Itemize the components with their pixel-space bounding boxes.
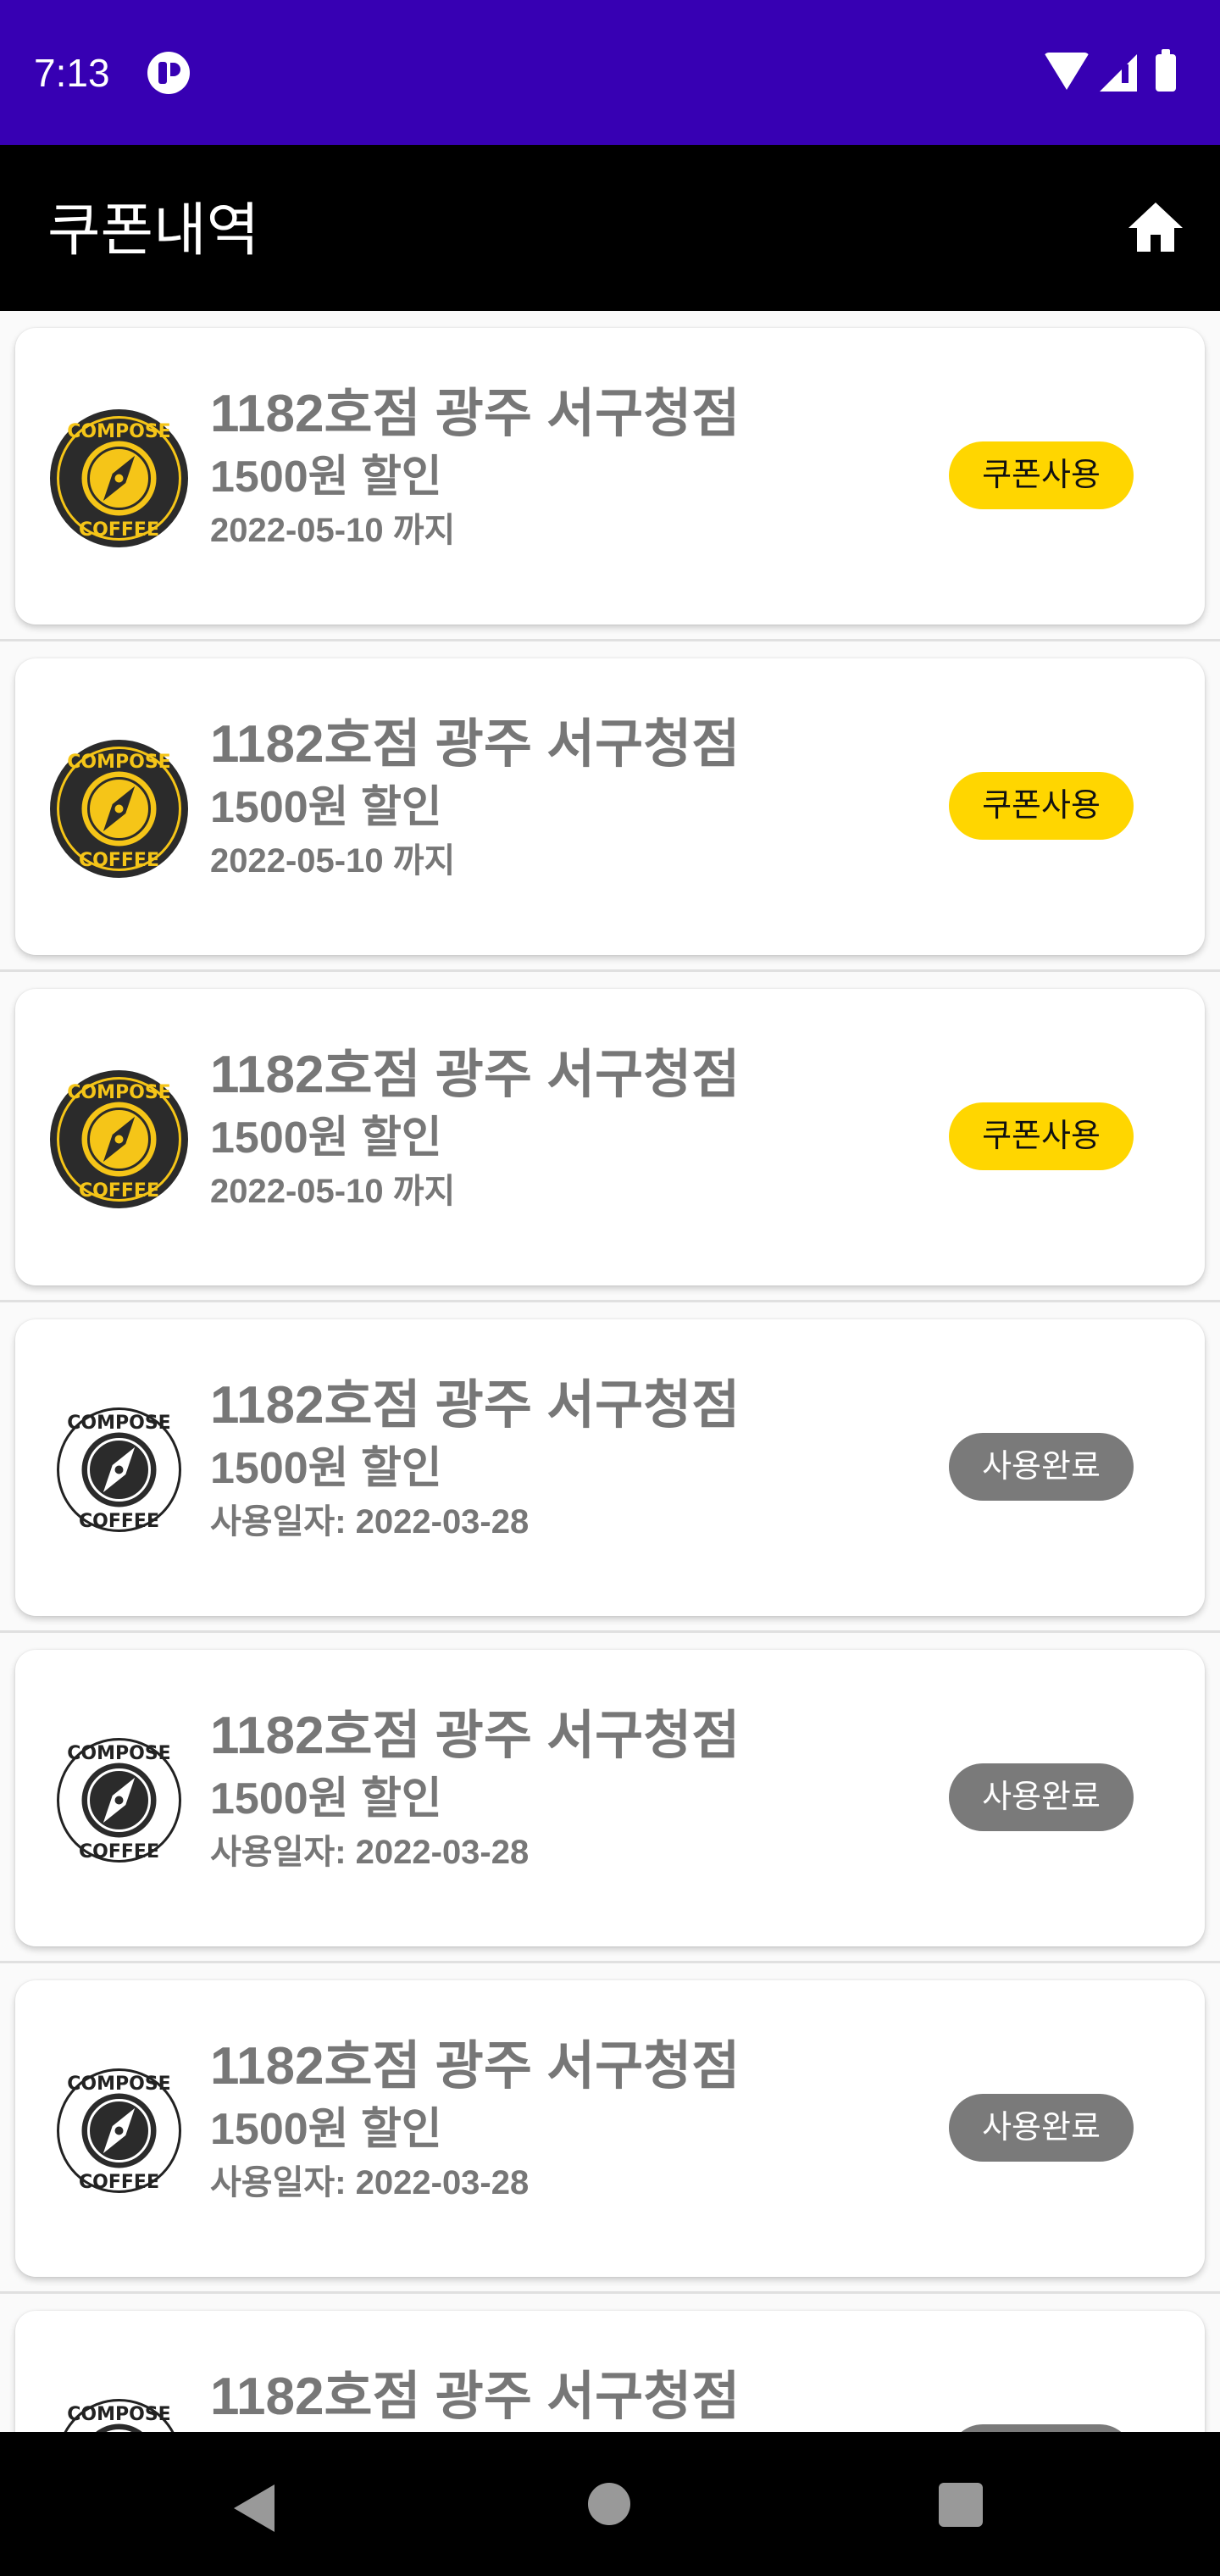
coupon-card[interactable]: COMPOSE COFFEE 1182호점 광주 서구청점 1500원 할인 사… — [15, 2311, 1205, 2432]
discount-amount: 1500원 할인 — [210, 452, 442, 502]
home-circle-icon[interactable] — [588, 2483, 630, 2525]
store-name: 1182호점 광주 서구청점 — [210, 715, 740, 774]
store-name: 1182호점 광주 서구청점 — [210, 2037, 740, 2096]
svg-text:COMPOSE: COMPOSE — [67, 421, 170, 442]
svg-text:COMPOSE: COMPOSE — [67, 1743, 170, 1764]
svg-text:COMPOSE: COMPOSE — [67, 752, 170, 773]
app-bar: 쿠폰내역 — [0, 145, 1220, 311]
battery-icon — [1156, 49, 1176, 92]
coupon-date: 2022-05-10 까지 — [210, 512, 456, 549]
svg-text:COFFEE: COFFEE — [79, 519, 159, 541]
used-badge: 사용완료 — [949, 1763, 1134, 1831]
status-bar: 7:13 — [0, 0, 1220, 145]
compose-coffee-logo: COMPOSE COFFEE — [49, 408, 189, 548]
store-name: 1182호점 광주 서구청점 — [210, 2368, 740, 2426]
compose-coffee-logo: COMPOSE COFFEE — [49, 1400, 189, 1540]
coupon-card[interactable]: COMPOSE COFFEE 1182호점 광주 서구청점 1500원 할인 2… — [15, 328, 1205, 625]
signal-icon — [1100, 54, 1137, 92]
list-item: COMPOSE COFFEE 1182호점 광주 서구청점 1500원 할인 사… — [0, 2294, 1220, 2432]
svg-text:COFFEE: COFFEE — [79, 1841, 159, 1863]
svg-text:COFFEE: COFFEE — [79, 2172, 159, 2193]
discount-amount: 1500원 할인 — [210, 1113, 442, 1163]
compose-coffee-logo: COMPOSE COFFEE — [49, 739, 189, 879]
coupon-card[interactable]: COMPOSE COFFEE 1182호점 광주 서구청점 1500원 할인 사… — [15, 1650, 1205, 1946]
store-name: 1182호점 광주 서구청점 — [210, 385, 740, 443]
svg-text:COFFEE: COFFEE — [79, 1180, 159, 1202]
used-badge: 사용완료 — [949, 2094, 1134, 2162]
used-badge: 사용완료 — [949, 2424, 1134, 2432]
svg-text:COMPOSE: COMPOSE — [67, 1413, 170, 1434]
navigation-bar — [0, 2432, 1220, 2576]
coupon-date: 2022-05-10 까지 — [210, 842, 456, 880]
compose-coffee-logo: COMPOSE COFFEE — [49, 1730, 189, 1870]
status-icons — [1044, 49, 1196, 95]
discount-amount: 1500원 할인 — [210, 1774, 442, 1824]
coupon-list[interactable]: COMPOSE COFFEE 1182호점 광주 서구청점 1500원 할인 2… — [0, 311, 1220, 2432]
compose-coffee-logo: COMPOSE COFFEE — [49, 2391, 189, 2432]
store-name: 1182호점 광주 서구청점 — [210, 1376, 740, 1435]
compose-coffee-logo: COMPOSE COFFEE — [49, 1069, 189, 1209]
coupon-date: 사용일자: 2022-03-28 — [210, 1503, 530, 1541]
store-name: 1182호점 광주 서구청점 — [210, 1707, 740, 1765]
coupon-date: 사용일자: 2022-03-28 — [210, 2164, 530, 2201]
store-name: 1182호점 광주 서구청점 — [210, 1046, 740, 1104]
list-item: COMPOSE COFFEE 1182호점 광주 서구청점 1500원 할인 2… — [0, 641, 1220, 972]
coupon-card[interactable]: COMPOSE COFFEE 1182호점 광주 서구청점 1500원 할인 사… — [15, 1980, 1205, 2277]
svg-text:COFFEE: COFFEE — [79, 1511, 159, 1532]
used-badge: 사용완료 — [949, 1433, 1134, 1501]
pinwheel-app-icon — [147, 52, 190, 94]
compose-coffee-logo: COMPOSE COFFEE — [49, 2061, 189, 2201]
svg-text:COMPOSE: COMPOSE — [67, 1082, 170, 1103]
wifi-icon — [1044, 53, 1090, 90]
list-item: COMPOSE COFFEE 1182호점 광주 서구청점 1500원 할인 사… — [0, 1633, 1220, 1963]
svg-text:COMPOSE: COMPOSE — [67, 2074, 170, 2095]
list-item: COMPOSE COFFEE 1182호점 광주 서구청점 1500원 할인 사… — [0, 1963, 1220, 2294]
home-button[interactable] — [1125, 197, 1186, 258]
svg-text:COMPOSE: COMPOSE — [67, 2404, 170, 2425]
status-time: 7:13 — [34, 51, 110, 95]
list-item: COMPOSE COFFEE 1182호점 광주 서구청점 1500원 할인 2… — [0, 311, 1220, 641]
use-coupon-button[interactable]: 쿠폰사용 — [949, 1102, 1134, 1170]
svg-text:COFFEE: COFFEE — [79, 850, 159, 871]
list-item: COMPOSE COFFEE 1182호점 광주 서구청점 1500원 할인 2… — [0, 972, 1220, 1302]
home-icon — [1128, 203, 1183, 252]
discount-amount: 1500원 할인 — [210, 1444, 442, 1493]
recents-icon[interactable] — [939, 2483, 983, 2527]
coupon-card[interactable]: COMPOSE COFFEE 1182호점 광주 서구청점 1500원 할인 2… — [15, 658, 1205, 955]
back-icon[interactable] — [234, 2484, 274, 2532]
use-coupon-button[interactable]: 쿠폰사용 — [949, 772, 1134, 840]
coupon-card[interactable]: COMPOSE COFFEE 1182호점 광주 서구청점 1500원 할인 사… — [15, 1319, 1205, 1616]
page-title: 쿠폰내역 — [47, 197, 260, 264]
discount-amount: 1500원 할인 — [210, 2105, 442, 2154]
use-coupon-button[interactable]: 쿠폰사용 — [949, 441, 1134, 509]
list-item: COMPOSE COFFEE 1182호점 광주 서구청점 1500원 할인 사… — [0, 1302, 1220, 1633]
coupon-date: 2022-05-10 까지 — [210, 1173, 456, 1210]
coupon-card[interactable]: COMPOSE COFFEE 1182호점 광주 서구청점 1500원 할인 2… — [15, 989, 1205, 1285]
coupon-date: 사용일자: 2022-03-28 — [210, 1834, 530, 1871]
discount-amount: 1500원 할인 — [210, 783, 442, 832]
